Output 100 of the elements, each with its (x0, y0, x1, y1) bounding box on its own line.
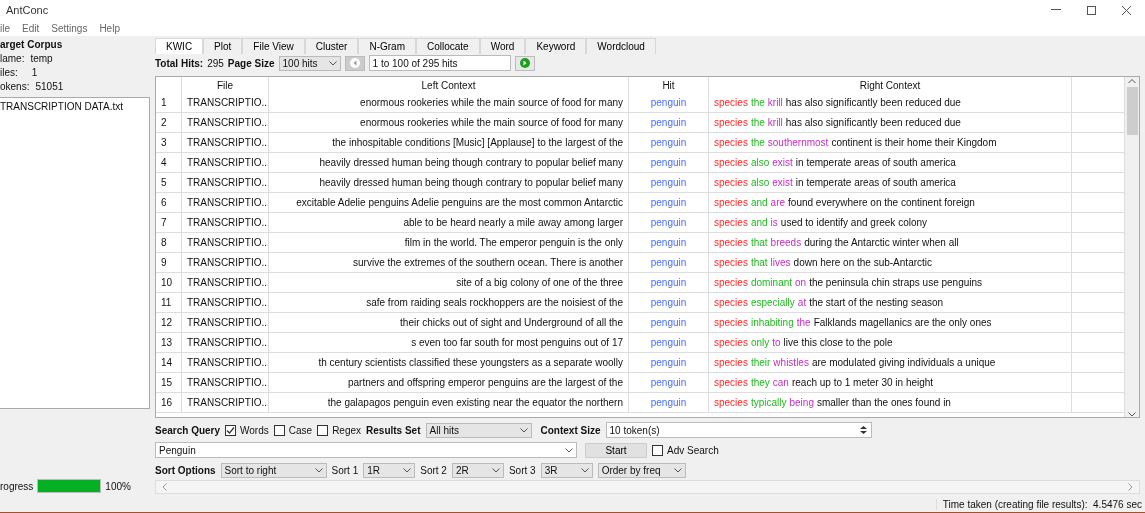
tab[interactable]: KWIC (155, 38, 204, 54)
row-number: 2 (156, 113, 182, 133)
order-dropdown[interactable]: Order by freq (597, 462, 686, 478)
left-context-cell: survive the extremes of the southern ocean. There is another (269, 253, 629, 273)
window-title: AntConc (6, 4, 49, 16)
checkbox[interactable]: Adv Search (652, 444, 719, 456)
right-context-cell: species the krill has also significantly been reduced due (709, 93, 1072, 113)
checkbox[interactable]: Case (273, 424, 313, 436)
file-cell: TRANSCRIPTIO... (182, 333, 269, 353)
tab[interactable]: Cluster (304, 38, 359, 54)
left-context-cell: the inhospitable conditions [Music] [Applause] to the largest of the (269, 133, 629, 153)
column-header[interactable]: File (182, 77, 269, 93)
right-context-cell: species typically being smaller than the ones found in (709, 393, 1072, 413)
hit-range-field[interactable]: 1 to 100 of 295 hits (368, 55, 511, 71)
sort-options-label: Sort Options (155, 464, 216, 476)
sort-level-dropdown[interactable]: 1R (363, 462, 416, 478)
page-size-label: Page Size (227, 57, 275, 69)
left-context-cell: enormous rookeries while the main source of food for many (269, 93, 629, 113)
right-context-cell: species especially at the start of the nesting season (709, 293, 1072, 313)
row-number: 8 (156, 233, 182, 253)
file-cell: TRANSCRIPTIO... (182, 93, 269, 113)
checkbox[interactable]: Words (225, 424, 269, 436)
right-context-cell: species their whistles are modulated giving individuals a unique (709, 353, 1072, 373)
column-header[interactable]: Hit (629, 77, 709, 93)
corpus-heading: arget Corpus (0, 38, 64, 52)
right-context-cell: species also exist in temperate areas of south america (709, 173, 1072, 193)
file-cell: TRANSCRIPTIO... (182, 373, 269, 393)
right-context-cell: species and is used to identify and greek colony (709, 213, 1072, 233)
search-query-field[interactable]: Penguin (155, 442, 577, 458)
scrollbar-thumb[interactable] (1126, 87, 1138, 135)
column-header[interactable]: Right Context (709, 77, 1072, 93)
file-cell: TRANSCRIPTIO... (182, 153, 269, 173)
file-cell: TRANSCRIPTIO... (182, 253, 269, 273)
right-context-cell: species and are found everywhere on the continent foreign (709, 193, 1072, 213)
sort-level-dropdown[interactable]: 2R (451, 462, 504, 478)
left-context-cell: enormous rookeries while the main source of food for many (269, 113, 629, 133)
checkbox[interactable]: Regex (317, 424, 362, 436)
total-hits: 295 (207, 57, 224, 69)
close-icon[interactable] (1122, 5, 1131, 15)
row-number: 10 (156, 273, 182, 293)
row-number: 13 (156, 333, 182, 353)
corpus-name: temp (30, 52, 53, 66)
scroll-right-icon[interactable] (1128, 483, 1133, 491)
tab[interactable]: File View (242, 38, 305, 54)
file-list-item[interactable]: TRANSCRIPTION DATA.txt (0, 101, 123, 112)
file-cell: TRANSCRIPTIO... (182, 133, 269, 153)
left-context-cell: heavily dressed human being though contrary to popular belief many (269, 173, 629, 193)
previous-button[interactable] (344, 55, 365, 71)
row-number: 7 (156, 213, 182, 233)
file-cell: TRANSCRIPTIO... (182, 173, 269, 193)
sort-mode-dropdown[interactable]: Sort to right (220, 462, 327, 478)
files-label: iles: (0, 66, 18, 80)
row-number: 3 (156, 133, 182, 153)
hit-cell: penguin (629, 353, 709, 373)
vertical-scrollbar[interactable] (1124, 77, 1139, 417)
page-size-dropdown[interactable]: 100 hits (278, 55, 341, 71)
caret-icon (491, 467, 500, 473)
horizontal-scrollbar[interactable] (155, 480, 1140, 494)
tab[interactable]: N-Gram (358, 38, 416, 54)
right-context-cell: species inhabiting the Falklands magellanics are the only ones (709, 313, 1072, 333)
tab[interactable]: Word (479, 38, 526, 54)
scroll-up-icon[interactable] (1128, 77, 1136, 85)
left-context-cell: s even too far south for most penguins out of 17 (269, 333, 629, 353)
tab[interactable]: Plot (203, 38, 243, 54)
spinner-arrows-icon[interactable] (858, 425, 868, 435)
hit-cell: penguin (629, 373, 709, 393)
file-cell: TRANSCRIPTIO... (182, 213, 269, 233)
tab[interactable]: Collocate (416, 38, 480, 54)
menu-item[interactable]: Edit (22, 22, 40, 34)
menu-item[interactable]: Settings (51, 22, 88, 34)
start-button[interactable]: Start (585, 442, 647, 458)
file-cell: TRANSCRIPTIO... (182, 293, 269, 313)
menu-item[interactable]: Help (99, 22, 120, 34)
sort-level-dropdown[interactable]: 3R (540, 462, 593, 478)
right-context-cell: species also exist in temperate areas of south america (709, 153, 1072, 173)
column-header[interactable]: Left Context (269, 77, 629, 93)
row-number: 11 (156, 293, 182, 313)
scroll-left-icon[interactable] (162, 483, 167, 491)
file-count: 1 (31, 66, 38, 80)
left-context-cell: th century scientists classified these youngsters as a separate woolly (269, 353, 629, 373)
file-cell: TRANSCRIPTIO... (182, 193, 269, 213)
caret-icon (580, 467, 589, 473)
tab[interactable]: Keyword (525, 38, 587, 54)
next-button[interactable] (514, 55, 535, 71)
row-number: 6 (156, 193, 182, 213)
sort-level-label: Sort 1 (331, 464, 359, 476)
hit-cell: penguin (629, 133, 709, 153)
left-context-cell: excitable Adelie penguins Adelie penguins are the most common Antarctic (269, 193, 629, 213)
context-size-spinner[interactable]: 10 token(s) (605, 422, 872, 438)
tab[interactable]: Wordcloud (586, 38, 656, 54)
maximize-icon[interactable] (1087, 5, 1096, 15)
row-number: 4 (156, 153, 182, 173)
hit-cell: penguin (629, 393, 709, 413)
progress-reading: 100% (105, 480, 131, 492)
menu-item[interactable]: ile (0, 22, 10, 34)
left-context-cell: able to be heard nearly a mile away among larger (269, 213, 629, 233)
caret-icon (328, 60, 337, 66)
results-set-dropdown[interactable]: All hits (425, 422, 532, 438)
right-context-cell: species that lives down here on the sub-Antarctic (709, 253, 1072, 273)
minimize-icon[interactable] (1051, 9, 1061, 11)
